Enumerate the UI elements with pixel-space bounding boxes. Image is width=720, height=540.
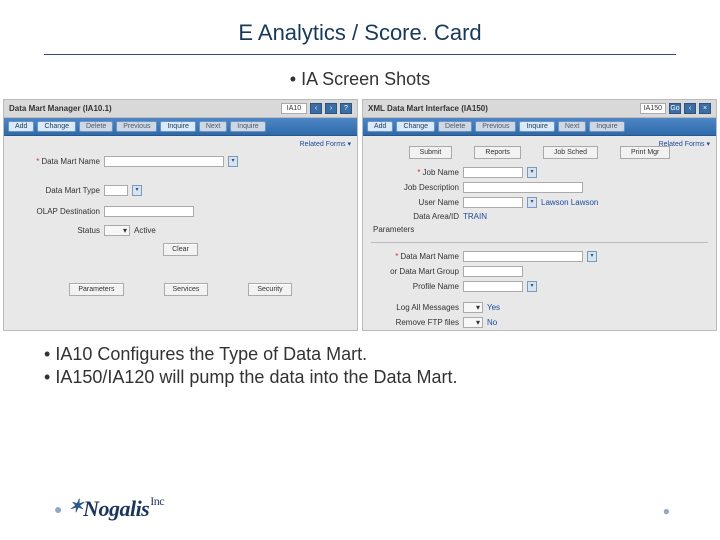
- footer-bullet-icon: ●: [54, 501, 62, 517]
- input-profile[interactable]: [463, 281, 523, 292]
- app-left: Data Mart Manager (IA10.1) IA10 ‹ › ? Ad…: [4, 100, 357, 330]
- select-log-all[interactable]: ▾: [463, 302, 483, 313]
- nav-prev-icon[interactable]: ‹: [310, 103, 322, 114]
- tb-next-button[interactable]: Next: [199, 121, 227, 132]
- status-value: Active: [134, 226, 156, 235]
- label-remove: Remove FTP files: [371, 318, 459, 327]
- help-icon[interactable]: ?: [340, 103, 352, 114]
- label-data-area: Data Area/ID: [371, 212, 459, 221]
- label-log-all: Log All Messages: [371, 303, 459, 312]
- slide-title: E Analytics / Score. Card: [44, 20, 676, 55]
- label-profile: Profile Name: [371, 282, 459, 291]
- app-right: XML Data Mart Interface (IA150) IA150 Go…: [363, 100, 716, 330]
- tab-submit[interactable]: Submit: [409, 146, 453, 159]
- label-job-desc: Job Description: [371, 183, 459, 192]
- label-data-mart-type: Data Mart Type: [12, 186, 100, 195]
- related-forms-link[interactable]: Related Forms ▾: [300, 140, 351, 148]
- label-data-mart-name: Data Mart Name: [12, 157, 100, 166]
- data-area-value: TRAIN: [463, 212, 487, 221]
- tb-inquire2-button[interactable]: Inquire: [230, 121, 265, 132]
- toolbar-right: Add Change Delete Previous Inquire Next …: [363, 118, 716, 136]
- bullet-2: IA150/IA120 will pump the data into the …: [44, 367, 676, 388]
- id-field[interactable]: IA10: [281, 103, 307, 114]
- tab-job-sched[interactable]: Job Sched: [543, 146, 598, 159]
- remove-value: No: [487, 318, 497, 327]
- form-right: Related Forms ▾ Submit Reports Job Sched…: [363, 136, 716, 330]
- tb-inquire-button[interactable]: Inquire: [160, 121, 195, 132]
- lookup-icon[interactable]: ▾: [228, 156, 238, 167]
- footer-bullet-right-icon: ●: [663, 504, 670, 518]
- lookup-icon[interactable]: ▾: [527, 197, 537, 208]
- tb-inquire-button[interactable]: Inquire: [519, 121, 554, 132]
- tb-previous-button[interactable]: Previous: [475, 121, 516, 132]
- titlebar-right: XML Data Mart Interface (IA150) IA150 Go…: [363, 100, 716, 118]
- bullet-list: IA10 Configures the Type of Data Mart. I…: [44, 344, 676, 388]
- slide-subheading: IA Screen Shots: [44, 69, 676, 90]
- label-status: Status: [12, 226, 100, 235]
- toolbar-left: Add Change Delete Previous Inquire Next …: [4, 118, 357, 136]
- lookup-icon[interactable]: ▾: [527, 167, 537, 178]
- tb-previous-button[interactable]: Previous: [116, 121, 157, 132]
- close-icon[interactable]: ×: [699, 103, 711, 114]
- window-title: XML Data Mart Interface (IA150): [368, 104, 488, 113]
- select-status[interactable]: ▾: [104, 225, 130, 236]
- clear-button[interactable]: Clear: [163, 243, 198, 256]
- lookup-icon[interactable]: ▾: [587, 251, 597, 262]
- window-title: Data Mart Manager (IA10.1): [9, 104, 112, 113]
- go-icon[interactable]: Go: [669, 103, 681, 114]
- input-user-name[interactable]: [463, 197, 523, 208]
- nogalis-logo: ✶NogalisInc: [68, 496, 163, 522]
- label-or-group: or Data Mart Group: [371, 267, 459, 276]
- label-olap-destination: OLAP Destination: [12, 207, 100, 216]
- parameters-button[interactable]: Parameters: [69, 283, 123, 296]
- security-button[interactable]: Security: [248, 283, 291, 296]
- label-user-name: User Name: [371, 198, 459, 207]
- input-or-group[interactable]: [463, 266, 523, 277]
- tb-delete-button[interactable]: Delete: [79, 121, 113, 132]
- input-data-mart-name[interactable]: [104, 156, 224, 167]
- input-job-name[interactable]: [463, 167, 523, 178]
- back-icon[interactable]: ‹: [684, 103, 696, 114]
- tb-add-button[interactable]: Add: [8, 121, 34, 132]
- input-data-mart-type[interactable]: [104, 185, 128, 196]
- bullet-1: IA10 Configures the Type of Data Mart.: [44, 344, 676, 365]
- chevron-down-icon[interactable]: ▾: [132, 185, 142, 196]
- tb-next-button[interactable]: Next: [558, 121, 586, 132]
- tb-change-button[interactable]: Change: [37, 121, 76, 132]
- label-job-name: Job Name: [371, 168, 459, 177]
- input-job-desc[interactable]: [463, 182, 583, 193]
- log-all-value: Yes: [487, 303, 500, 312]
- footer-logo: ● ✶NogalisInc: [54, 496, 163, 522]
- related-forms-link[interactable]: Related Forms ▾: [659, 140, 710, 148]
- id-field[interactable]: IA150: [640, 103, 666, 114]
- tab-reports[interactable]: Reports: [474, 146, 521, 159]
- input-data-mart-name[interactable]: [463, 251, 583, 262]
- services-button[interactable]: Services: [164, 283, 209, 296]
- tb-inquire2-button[interactable]: Inquire: [589, 121, 624, 132]
- tb-delete-button[interactable]: Delete: [438, 121, 472, 132]
- input-olap-destination[interactable]: [104, 206, 194, 217]
- tb-change-button[interactable]: Change: [396, 121, 435, 132]
- tb-add-button[interactable]: Add: [367, 121, 393, 132]
- label-data-mart-name: Data Mart Name: [371, 252, 459, 261]
- user-display: Lawson Lawson: [541, 198, 598, 207]
- select-remove[interactable]: ▾: [463, 317, 483, 328]
- form-left: Related Forms ▾ Data Mart Name ▾ Data Ma…: [4, 136, 357, 330]
- section-label: Parameters: [373, 225, 708, 234]
- lookup-icon[interactable]: ▾: [527, 281, 537, 292]
- screenshot-row: Data Mart Manager (IA10.1) IA10 ‹ › ? Ad…: [4, 100, 716, 330]
- titlebar-left: Data Mart Manager (IA10.1) IA10 ‹ › ?: [4, 100, 357, 118]
- nav-next-icon[interactable]: ›: [325, 103, 337, 114]
